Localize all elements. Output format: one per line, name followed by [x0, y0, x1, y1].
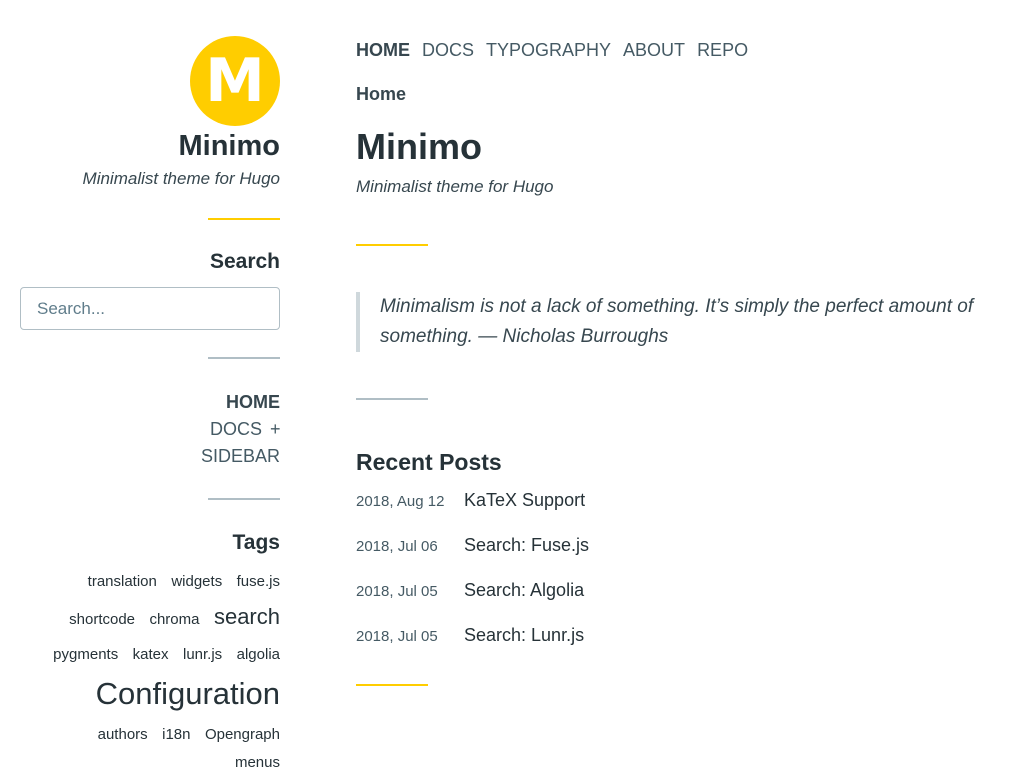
sidebar-item-home[interactable]: HOME [20, 389, 280, 416]
divider [208, 498, 280, 500]
tag-link[interactable]: pygments [53, 637, 118, 672]
post-date: 2018, Aug 12 [356, 493, 445, 510]
post-date: 2018, Jul 05 [356, 628, 438, 645]
tag-link[interactable]: chroma [149, 602, 199, 637]
recent-posts-list: 2018, Aug 12 KaTeX Support 2018, Jul 06 … [356, 490, 996, 670]
list-item: 2018, Aug 12 KaTeX Support [356, 490, 996, 535]
post-date: 2018, Jul 05 [356, 583, 438, 600]
recent-posts-title: Recent Posts [356, 449, 502, 475]
tag-cloud: translation widgets fuse.js shortcode ch… [20, 564, 280, 768]
tag-link[interactable]: lunr.js [183, 637, 222, 672]
search-widget-title: Search [209, 250, 280, 273]
quote: Minimalism is not a lack of something. I… [356, 292, 996, 352]
sidebar-menu: HOME DOCS + SIDEBAR [20, 389, 281, 470]
tag-link[interactable]: menus [235, 752, 280, 768]
tag-link[interactable]: algolia [237, 637, 280, 672]
sidebar: M Minimo Minimalist theme for Hugo Searc… [20, 36, 281, 768]
divider [356, 398, 428, 400]
sidebar-item-docs-label[interactable]: DOCS [210, 416, 262, 443]
divider [208, 357, 280, 359]
list-item: 2018, Jul 05 Search: Algolia [356, 580, 996, 625]
tags-widget-title: Tags [232, 531, 280, 554]
tag-link[interactable]: widgets [171, 564, 222, 599]
tag-link[interactable]: authors [98, 717, 148, 752]
sidebar-item-sidebar[interactable]: SIDEBAR [20, 443, 280, 470]
tag-link[interactable]: search [214, 599, 280, 634]
tag-link[interactable]: i18n [162, 717, 190, 752]
tag-link[interactable]: translation [88, 564, 157, 599]
post-title-link[interactable]: Search: Algolia [464, 580, 584, 601]
tag-link[interactable]: shortcode [69, 602, 135, 637]
search-input[interactable] [20, 287, 280, 330]
site-logo[interactable]: M [190, 36, 280, 126]
expand-icon[interactable]: + [270, 416, 281, 443]
divider [356, 244, 428, 246]
page-description: Minimalist theme for Hugo [356, 177, 554, 196]
tag-link[interactable]: Configuration [96, 672, 280, 716]
post-title-link[interactable]: Search: Lunr.js [464, 625, 584, 646]
nav-item-docs[interactable]: DOCS [422, 38, 474, 62]
site-title[interactable]: Minimo [20, 128, 281, 164]
post-date: 2018, Jul 06 [356, 538, 438, 555]
nav-item-about[interactable]: ABOUT [623, 38, 685, 62]
page: M Minimo Minimalist theme for Hugo Searc… [0, 0, 1024, 768]
nav-item-typography[interactable]: TYPOGRAPHY [486, 38, 611, 62]
tag-link[interactable]: fuse.js [237, 564, 280, 599]
nav-item-repo[interactable]: REPO [697, 38, 748, 62]
post-title-link[interactable]: KaTeX Support [464, 490, 585, 511]
sidebar-item-docs[interactable]: DOCS + [20, 416, 281, 443]
top-nav: HOME DOCS TYPOGRAPHY ABOUT REPO [356, 38, 996, 62]
nav-item-home[interactable]: HOME [356, 38, 410, 62]
site-description: Minimalist theme for Hugo [82, 169, 280, 188]
divider [356, 684, 428, 686]
main-content: HOME DOCS TYPOGRAPHY ABOUT REPO Home Min… [356, 38, 996, 686]
tag-link[interactable]: Opengraph [205, 717, 280, 752]
list-item: 2018, Jul 05 Search: Lunr.js [356, 625, 996, 670]
divider [208, 218, 280, 220]
list-item: 2018, Jul 06 Search: Fuse.js [356, 535, 996, 580]
page-title: Minimo [356, 126, 482, 167]
tag-link[interactable]: katex [133, 637, 169, 672]
breadcrumb[interactable]: Home [356, 82, 996, 106]
post-title-link[interactable]: Search: Fuse.js [464, 535, 589, 556]
